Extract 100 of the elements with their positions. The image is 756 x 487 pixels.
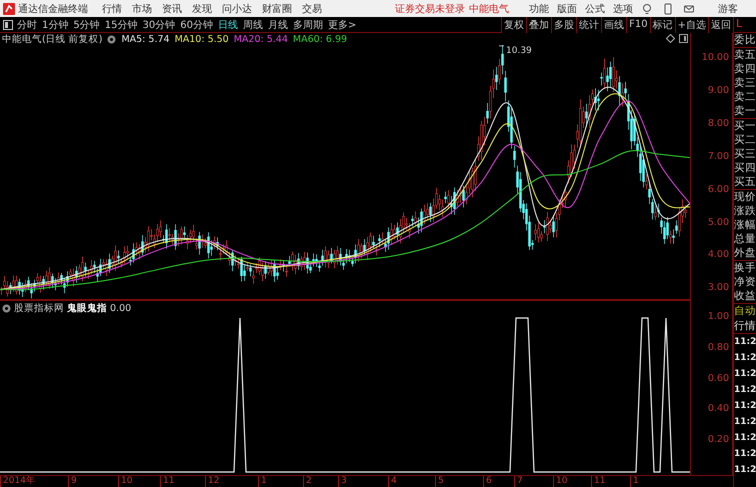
trade-time: 11:2 (734, 464, 756, 477)
indicator-name: 鬼眼鬼指 (67, 302, 107, 314)
price-axis-label: 8.00 (708, 118, 729, 129)
date-axis-label: 3 (338, 476, 347, 487)
period-tab[interactable]: 5分钟 (73, 18, 100, 32)
quote-field-label: 卖二 (734, 90, 756, 104)
date-axis-label: 1 (258, 476, 267, 487)
menu-item[interactable]: 市场 (132, 2, 152, 16)
period-tab[interactable]: 周线 (242, 18, 263, 32)
period-tab[interactable]: 分时 (17, 18, 37, 32)
indicator-axis-label: 1.00 (708, 311, 729, 322)
trade-time: 11:2 (734, 368, 756, 381)
quote-field-label: 换手 (734, 261, 756, 275)
quote-field-label: 买三 (734, 147, 756, 161)
quote-field-label: 净资 (734, 275, 756, 289)
price-axis-label: 3.00 (708, 282, 729, 294)
trade-time: 11:2 (734, 336, 756, 349)
quote-field-label: 委比 (734, 33, 756, 47)
login-status[interactable]: 证券交易未登录 (395, 2, 465, 16)
chart-tool-button[interactable]: 统计 (576, 16, 602, 32)
chart-tool-button[interactable]: +自选 (674, 16, 708, 32)
tool-menu-item[interactable]: 公式 (585, 2, 605, 16)
quote-field-label: 收益 (734, 289, 756, 303)
period-tab[interactable]: 日线 (218, 18, 238, 32)
indicator-value: 0.00 (110, 302, 132, 314)
price-axis-label: 5.00 (708, 216, 729, 228)
panel-toggle-icon[interactable] (3, 20, 13, 30)
menu-item[interactable]: 交易 (302, 2, 322, 16)
price-axis-label: 10.00 (702, 52, 729, 63)
menu-item[interactable]: 行情 (102, 2, 122, 16)
period-tab[interactable]: 60分钟 (180, 18, 213, 32)
price-axis-label: 9.00 (708, 84, 729, 96)
phone-icon[interactable] (662, 2, 674, 14)
quote-field-label: 买二 (734, 133, 756, 147)
mode-label[interactable]: 自动 (734, 304, 756, 319)
date-axis-label: 12 (205, 476, 220, 487)
quote-field-label: 买一 (734, 119, 756, 133)
date-axis-label: 11 (591, 476, 606, 487)
trade-time: 11:2 (734, 400, 756, 413)
leader-line (498, 45, 504, 46)
bulb-icon[interactable] (641, 2, 653, 14)
chart-tool-button[interactable]: F10 (626, 16, 650, 32)
quote-field-label: 卖五 (734, 48, 756, 62)
message-icon[interactable] (683, 2, 695, 14)
panel-icon[interactable] (679, 34, 688, 43)
chart-tool-button[interactable]: 标记 (650, 16, 675, 32)
chart-title: 中能电气(日线 前复权) (2, 32, 102, 46)
date-axis-label: 10 (553, 476, 568, 487)
date-axis-label: 6 (483, 476, 492, 487)
tool-menu-item[interactable]: 选项 (613, 2, 633, 16)
moving-average-label: MA10: 5.50 (174, 34, 229, 44)
chart-tool-button[interactable]: 画线 (601, 16, 626, 32)
trade-time: 11:2 (734, 448, 756, 461)
chart-tool-button[interactable]: 叠加 (526, 16, 552, 32)
price-axis-label: 6.00 (708, 184, 729, 195)
period-tab[interactable]: 月线 (268, 18, 288, 32)
tool-menu-item[interactable]: 版面 (557, 2, 577, 16)
moving-average-label: MA60: 6.99 (292, 34, 348, 44)
quote-field-label: 现价 (734, 190, 756, 204)
period-tab[interactable]: 更多> (328, 18, 356, 32)
period-tab[interactable]: 15分钟 (104, 18, 138, 32)
date-axis-label: 11 (160, 476, 174, 487)
panel-header: L (734, 17, 756, 33)
tool-menu-item[interactable]: 功能 (529, 2, 549, 16)
quote-field-label: 卖一 (734, 104, 756, 118)
period-tab[interactable]: 30分钟 (142, 18, 176, 32)
chart-tool-button[interactable]: 复权 (501, 16, 526, 32)
indicator-axis-label: 0.80 (708, 342, 729, 353)
indicator-axis-label: 0.20 (708, 434, 729, 446)
chart-tool-button[interactable]: 返回 (708, 16, 733, 32)
trade-time: 11:2 (734, 384, 756, 397)
date-axis-label: 2014年 (0, 476, 35, 487)
app-title: 通达信金融终端 (18, 2, 88, 16)
period-tab[interactable]: 多周期 (292, 18, 323, 32)
date-axis-label: 9 (68, 476, 77, 487)
peak-price-label: 10.39 (506, 46, 532, 56)
user-label[interactable]: 游客 (718, 2, 738, 16)
date-axis-label: 10 (118, 476, 132, 487)
app-logo-icon (3, 2, 15, 14)
moving-average-label: MA20: 5.44 (234, 34, 288, 44)
menu-item[interactable]: 财富圈 (262, 2, 292, 16)
chart-tool-button[interactable]: 多股 (551, 16, 576, 32)
date-axis-label: 2 (303, 476, 312, 487)
quote-tab[interactable]: 行情 (734, 319, 756, 334)
quote-field-label: 涨跌 (734, 204, 756, 218)
indicator-axis-label: 0.40 (708, 403, 729, 414)
trade-time: 11:2 (734, 432, 756, 445)
diamond-icon[interactable] (666, 34, 675, 43)
stock-name-link[interactable]: 中能电气 (469, 2, 509, 16)
menu-item[interactable]: 资讯 (162, 2, 182, 16)
trade-time: 11:2 (734, 416, 756, 429)
date-axis-label: 5 (435, 476, 444, 487)
menu-item[interactable]: 发现 (192, 2, 212, 16)
trade-time: 11:2 (734, 352, 756, 365)
indicator-source: 股票指标网 (14, 302, 64, 314)
period-tab[interactable]: 1分钟 (42, 18, 68, 32)
price-axis-label: 4.00 (708, 249, 729, 260)
quote-field-label: 涨幅 (734, 218, 756, 232)
menu-item[interactable]: 问小达 (222, 2, 252, 16)
date-axis-label: 7 (514, 476, 523, 487)
